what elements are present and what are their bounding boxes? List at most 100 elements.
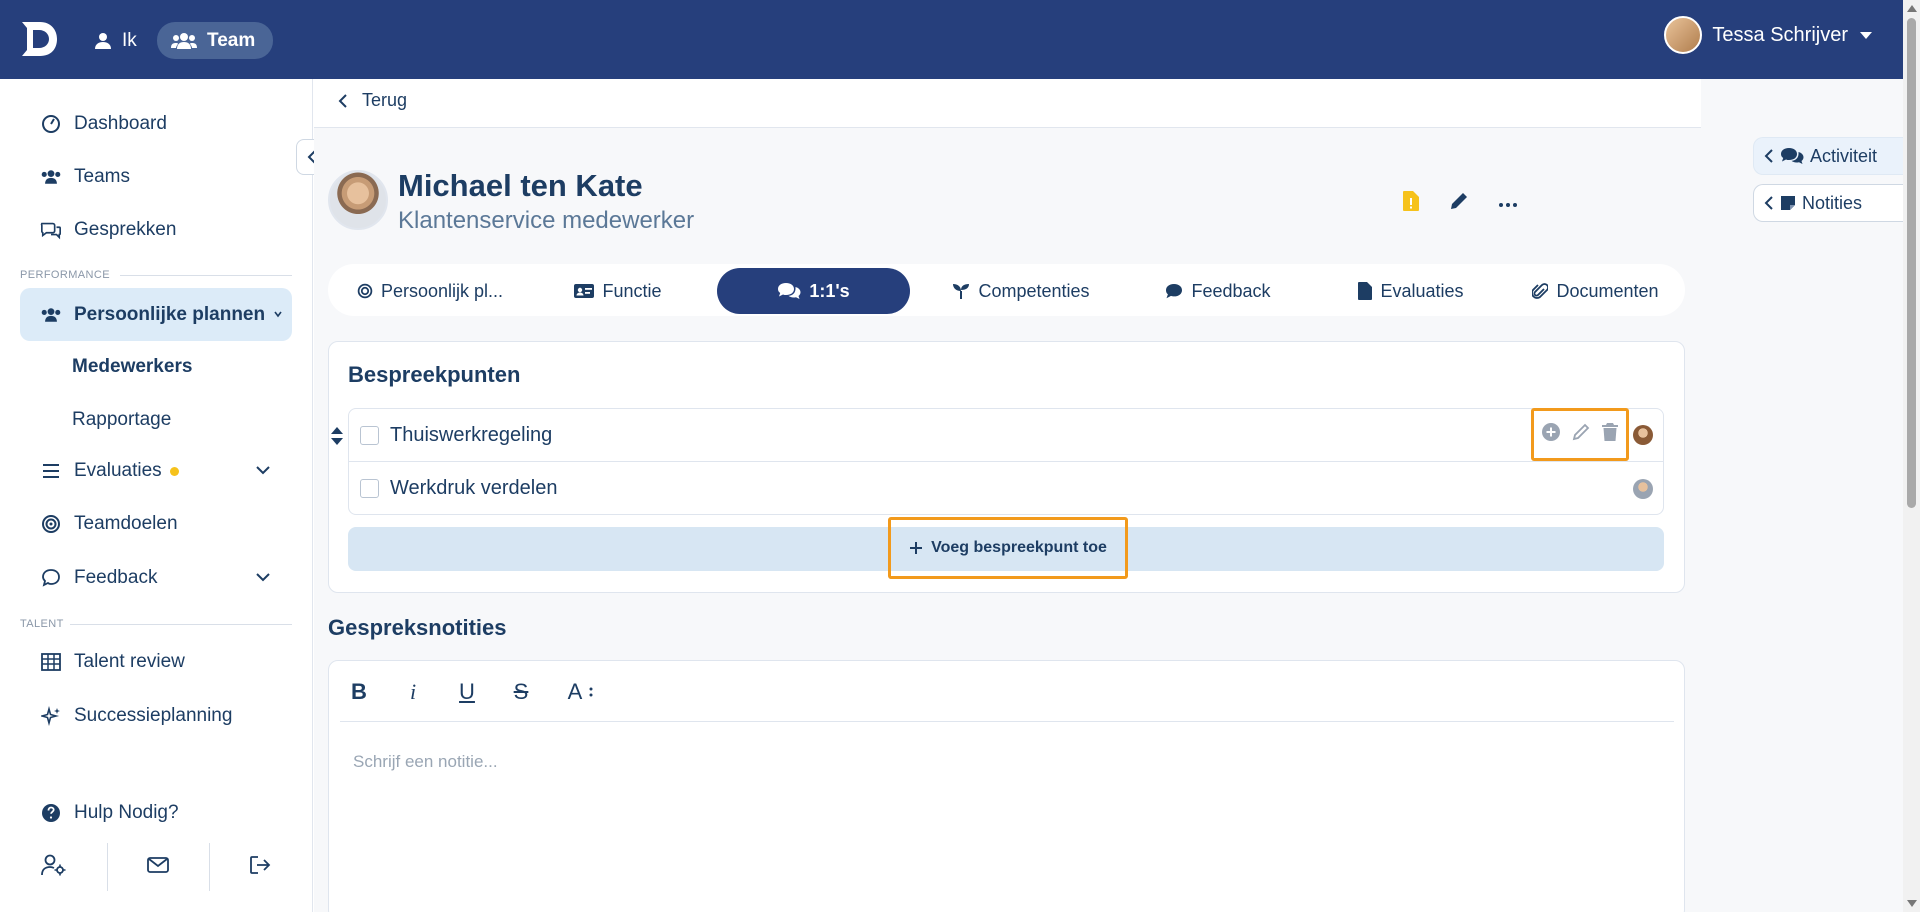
add-label: Voeg bespreekpunt toe — [931, 539, 1107, 556]
sidebar-item-hulp[interactable]: Hulp Nodig? — [20, 789, 292, 837]
profile-role: Klantenservice medewerker — [398, 207, 695, 234]
underline-button[interactable]: U — [456, 679, 478, 705]
list-item[interactable]: Werkdruk verdelen — [349, 462, 1663, 515]
me-switch[interactable]: Ik — [80, 22, 151, 59]
user-icon — [95, 32, 111, 49]
sort-handle-icon[interactable] — [330, 426, 344, 446]
user-avatar — [1664, 16, 1703, 54]
sidebar-item-talent-review[interactable]: Talent review — [20, 638, 292, 686]
item-actions — [1531, 408, 1629, 461]
sidebar-item-successieplanning[interactable]: Successieplanning — [20, 692, 292, 740]
me-label: Ik — [122, 29, 137, 51]
edit-item-button[interactable] — [1571, 422, 1591, 447]
list-item[interactable]: Thuiswerkregeling — [349, 409, 1663, 462]
divider — [340, 721, 1674, 722]
sidebar-item-label: Successieplanning — [74, 705, 233, 726]
delete-item-button[interactable] — [1601, 422, 1619, 447]
sidebar: Dashboard Teams Gesprekken PERFORMANCE P… — [0, 79, 313, 912]
logout-button[interactable] — [210, 839, 310, 891]
sidebar-item-label: Teams — [74, 166, 130, 187]
sidebar-item-gesprekken[interactable]: Gesprekken — [20, 206, 292, 254]
app-logo[interactable] — [18, 18, 60, 60]
sidebar-footer — [0, 839, 313, 899]
chevron-down-icon — [256, 573, 270, 582]
user-name: Tessa Schrijver — [1712, 23, 1848, 46]
sidebar-item-label: Teamdoelen — [74, 513, 178, 534]
font-size-label: A — [567, 679, 583, 704]
scroll-down-icon[interactable] — [1907, 900, 1917, 907]
notes-panel-tab[interactable]: Notities — [1753, 184, 1903, 222]
scroll-up-icon[interactable] — [1907, 5, 1917, 12]
user-menu[interactable]: Tessa Schrijver — [1664, 16, 1872, 54]
document-warning-button[interactable] — [1402, 190, 1420, 217]
back-link[interactable]: Terug — [338, 90, 407, 111]
sidebar-item-persoonlijke-plannen[interactable]: Persoonlijke plannen — [20, 288, 292, 341]
sidebar-item-label: Persoonlijke plannen — [74, 303, 266, 325]
sidebar-item-evaluaties[interactable]: Evaluaties — [20, 447, 292, 495]
sidebar-item-feedback[interactable]: Feedback — [20, 554, 292, 602]
users-icon — [41, 170, 61, 184]
team-switch[interactable]: Team — [157, 22, 274, 59]
sidebar-item-label: Gesprekken — [74, 219, 177, 240]
tab-evaluaties[interactable]: Evaluaties — [1321, 268, 1501, 314]
table-icon — [41, 653, 61, 671]
tab-label: Persoonlijk pl... — [380, 280, 504, 301]
divider — [120, 275, 292, 276]
activity-panel-tab[interactable]: Activiteit — [1753, 137, 1903, 175]
sidebar-item-label: Feedback — [74, 567, 158, 588]
messages-button[interactable] — [108, 839, 208, 891]
ellipsis-icon — [1499, 202, 1517, 207]
user-settings-button[interactable] — [4, 839, 104, 891]
italic-button[interactable]: i — [402, 679, 424, 705]
vertical-scrollbar[interactable] — [1903, 0, 1920, 912]
gauge-icon — [42, 115, 60, 133]
add-bespreekpunt-button[interactable]: Voeg bespreekpunt toe — [888, 517, 1128, 579]
team-label: Team — [207, 29, 256, 51]
comment-icon — [42, 569, 60, 587]
id-card-icon — [574, 284, 595, 298]
tab-persoonlijk-plan[interactable]: Persoonlijk pl... — [340, 268, 520, 314]
sparkles-icon — [41, 706, 60, 726]
users-icon — [41, 307, 61, 322]
logout-icon — [250, 856, 271, 874]
item-checkbox[interactable] — [360, 425, 379, 445]
more-options-button[interactable] — [1498, 195, 1518, 213]
profile-avatar — [328, 170, 388, 230]
scrollbar-thumb[interactable] — [1907, 18, 1916, 508]
tab-label: 1:1's — [809, 280, 850, 301]
item-checkbox[interactable] — [360, 479, 379, 498]
chevron-down-icon — [274, 311, 282, 318]
section-label-talent: TALENT — [20, 618, 64, 630]
bespreekpunten-title: Bespreekpunten — [348, 362, 521, 387]
tab-1on1s[interactable]: 1:1's — [717, 268, 910, 314]
sidebar-item-teams[interactable]: Teams — [20, 153, 292, 201]
bespreekpunten-list: Thuiswerkregeling Werkdruk verdelen — [348, 408, 1664, 515]
tab-label: Evaluaties — [1380, 280, 1464, 301]
sidebar-item-label: Hulp Nodig? — [74, 802, 179, 823]
item-text: Werkdruk verdelen — [390, 477, 558, 499]
avatar — [1633, 425, 1653, 445]
notes-input[interactable]: Schrijf een notitie... — [353, 752, 498, 772]
user-gear-icon — [41, 854, 66, 876]
paperclip-icon — [1532, 283, 1549, 299]
file-exclamation-icon — [1403, 191, 1419, 211]
strikethrough-button[interactable]: S — [510, 679, 532, 705]
notes-label: Notities — [1802, 192, 1863, 213]
chevron-down-icon — [256, 466, 270, 475]
add-subitem-button[interactable] — [1541, 422, 1561, 447]
font-size-button[interactable]: A — [564, 679, 594, 705]
file-icon — [1358, 282, 1373, 300]
tab-competenties[interactable]: Competenties — [926, 268, 1116, 314]
bold-button[interactable]: B — [348, 679, 370, 705]
edit-profile-button[interactable] — [1448, 190, 1470, 217]
sidebar-subitem-rapportage[interactable]: Rapportage — [72, 409, 171, 431]
sidebar-item-label: Evaluaties — [74, 460, 162, 481]
sidebar-item-dashboard[interactable]: Dashboard — [20, 100, 292, 148]
sidebar-subitem-medewerkers[interactable]: Medewerkers — [72, 356, 192, 378]
sidebar-item-teamdoelen[interactable]: Teamdoelen — [20, 500, 292, 548]
notification-dot — [169, 466, 179, 476]
tab-functie[interactable]: Functie — [533, 268, 703, 314]
font-size-icon — [589, 687, 593, 697]
tab-documenten[interactable]: Documenten — [1508, 268, 1683, 314]
tab-feedback[interactable]: Feedback — [1128, 268, 1308, 314]
